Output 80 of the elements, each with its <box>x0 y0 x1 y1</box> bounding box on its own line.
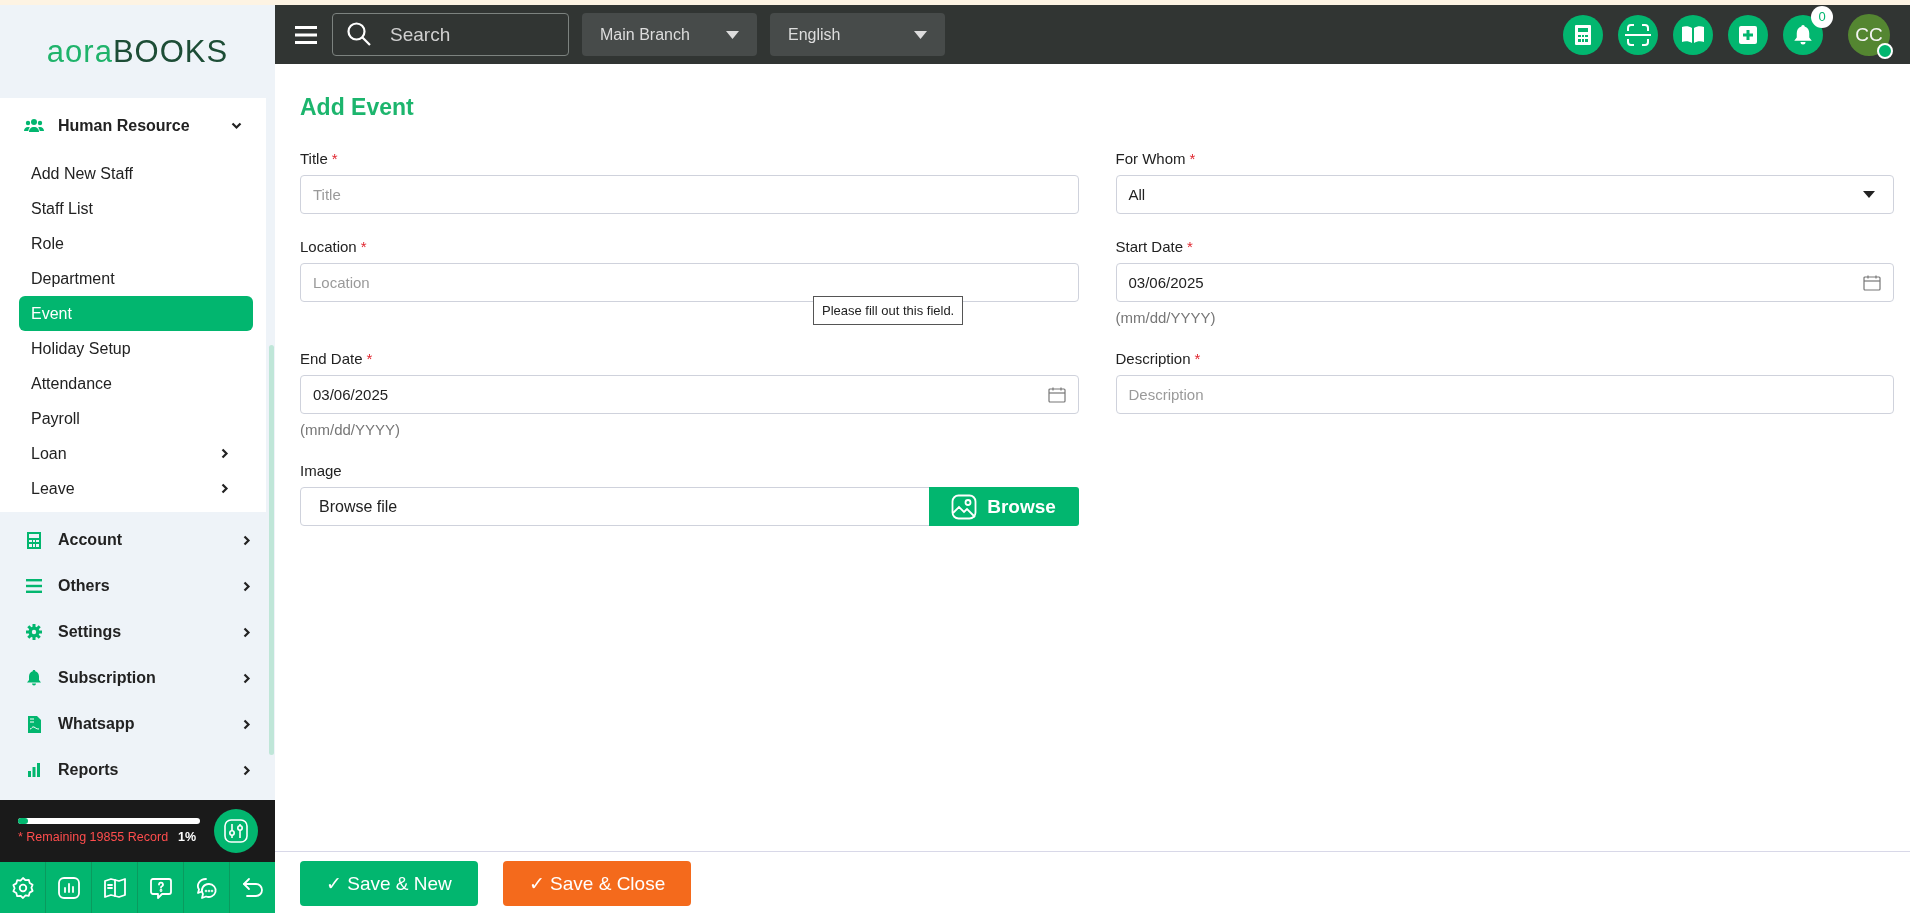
notification-count: 0 <box>1811 5 1833 28</box>
sidebar-subitem[interactable]: Loan <box>19 436 253 471</box>
sidebar-subitem[interactable]: Add New Staff <box>19 156 253 191</box>
sidebar-item[interactable]: Account <box>58 531 229 549</box>
document-icon <box>27 715 41 733</box>
undo-icon <box>240 875 265 900</box>
caret-icon <box>726 30 739 39</box>
required-asterisk: * <box>366 350 373 369</box>
sidebar-subitem[interactable]: Leave <box>19 471 253 506</box>
date-format-hint: (mm/dd/YYYY) <box>300 421 402 438</box>
date-input[interactable]: 03/06/2025 <box>300 375 1079 414</box>
sidebar-item[interactable]: Human Resource <box>58 117 217 135</box>
branch-dropdown[interactable]: Main Branch <box>582 13 757 56</box>
field-label: Location <box>300 238 357 257</box>
sidebar-item[interactable]: Reports <box>58 761 229 779</box>
settings-icon <box>10 875 35 900</box>
remaining-records-text: * Remaining 19855 Record <box>18 830 169 844</box>
users-icon <box>24 118 44 134</box>
sidebar-item[interactable]: Others <box>58 577 229 595</box>
sliders-icon <box>223 818 249 844</box>
language-dropdown[interactable]: English <box>770 13 945 56</box>
bar-chart-icon <box>27 763 41 777</box>
required-asterisk: * <box>331 150 338 169</box>
search-field[interactable]: Search <box>332 13 569 56</box>
required-asterisk: * <box>1194 350 1201 369</box>
text-input[interactable]: Title <box>300 175 1079 214</box>
usage-percent: 1% <box>178 830 197 844</box>
menu-icon <box>295 25 317 44</box>
user-avatar[interactable]: CC <box>1848 13 1890 56</box>
calculator-icon <box>27 531 41 549</box>
plus-square-icon <box>1739 25 1757 44</box>
required-asterisk: * <box>1189 150 1196 169</box>
caret-icon <box>914 30 927 39</box>
list-icon <box>26 579 42 593</box>
page-title: Add Event <box>300 94 414 120</box>
bar-chart-icon <box>56 875 81 900</box>
sidebar-subitem[interactable]: Payroll <box>19 401 253 436</box>
sidebar-item[interactable]: Settings <box>58 623 229 641</box>
date-format-hint: (mm/dd/YYYY) <box>1115 309 1217 326</box>
scrollbar[interactable] <box>269 345 274 755</box>
caret-icon <box>1863 191 1875 198</box>
select-field[interactable]: All <box>1115 175 1894 214</box>
calendar-icon <box>1047 386 1066 403</box>
sliders-button[interactable] <box>214 809 258 853</box>
bell-icon <box>1794 24 1812 45</box>
calculator-button[interactable] <box>1563 14 1603 55</box>
field-label: Image <box>300 462 342 481</box>
chat-icon <box>194 875 219 900</box>
sidebar-subitem[interactable]: Holiday Setup <box>19 331 253 366</box>
field-label: Title <box>300 150 328 169</box>
scan-button[interactable] <box>1618 14 1658 55</box>
book-icon <box>1682 26 1704 43</box>
help-icon <box>148 875 173 900</box>
text-input[interactable]: Location <box>300 263 1079 302</box>
aorabooks-logo: aoraBOOKS <box>45 32 230 71</box>
scan-icon <box>1625 22 1651 47</box>
sidebar-subitem[interactable]: Department <box>19 261 253 296</box>
required-asterisk: * <box>1187 238 1193 257</box>
sidebar-subitem[interactable]: Role <box>19 226 253 261</box>
required-asterisk: * <box>360 238 367 257</box>
sidebar-subitem[interactable]: Staff List <box>19 191 253 226</box>
text-input[interactable]: Description <box>1115 375 1894 414</box>
sidebar-item[interactable]: Subscription <box>58 669 229 687</box>
add-button[interactable] <box>1728 14 1768 55</box>
bell-icon <box>27 670 41 686</box>
validation-tooltip: Please fill out this field. <box>813 296 964 325</box>
field-label: Description <box>1115 350 1191 369</box>
book-button[interactable] <box>1673 14 1713 55</box>
sidebar-item[interactable]: Whatsapp <box>58 715 229 733</box>
field-label: End Date <box>300 350 363 369</box>
calculator-icon <box>1575 24 1591 45</box>
menu-button[interactable] <box>295 25 317 44</box>
sidebar-subitem[interactable]: Attendance <box>19 366 253 401</box>
book-icon <box>102 875 127 900</box>
search-icon <box>346 21 372 47</box>
gear-icon <box>26 624 42 640</box>
date-input[interactable]: 03/06/2025 <box>1115 263 1894 302</box>
field-label: For Whom <box>1115 150 1186 169</box>
field-label: Start Date <box>1115 238 1184 257</box>
calendar-icon <box>1863 274 1881 291</box>
